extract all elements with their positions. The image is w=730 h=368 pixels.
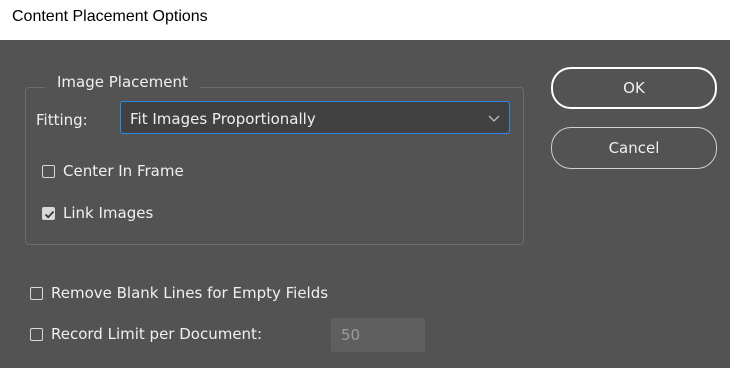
cancel-button-label: Cancel: [608, 139, 660, 157]
remove-blank-lines-checkbox[interactable]: [30, 287, 43, 300]
center-in-frame-checkbox[interactable]: [42, 165, 55, 178]
link-images-option[interactable]: Link Images: [42, 204, 242, 224]
title-bar: Content Placement Options: [0, 0, 730, 40]
remove-blank-lines-label: Remove Blank Lines for Empty Fields: [51, 284, 329, 302]
record-limit-label: Record Limit per Document:: [51, 325, 262, 343]
record-limit-option[interactable]: Record Limit per Document:: [30, 325, 330, 345]
remove-blank-lines-option[interactable]: Remove Blank Lines for Empty Fields: [30, 284, 410, 304]
ok-button-label: OK: [623, 79, 645, 97]
window-title: Content Placement Options: [12, 8, 208, 25]
fitting-dropdown[interactable]: Fit Images Proportionally: [120, 101, 510, 134]
record-limit-value: 50: [341, 326, 361, 344]
link-images-checkbox[interactable]: [42, 207, 55, 220]
fitting-label: Fitting:: [36, 111, 88, 129]
fitting-dropdown-value: Fit Images Proportionally: [130, 110, 316, 128]
ok-button[interactable]: OK: [551, 67, 717, 109]
chevron-down-icon: [487, 110, 501, 124]
image-placement-group-title: Image Placement: [45, 73, 200, 91]
center-in-frame-label: Center In Frame: [63, 162, 184, 180]
link-images-label: Link Images: [63, 204, 154, 222]
record-limit-field[interactable]: 50: [331, 318, 425, 352]
checkmark-icon: [44, 210, 55, 219]
cancel-button[interactable]: Cancel: [551, 127, 717, 169]
center-in-frame-option[interactable]: Center In Frame: [42, 162, 242, 182]
record-limit-checkbox[interactable]: [30, 328, 43, 341]
